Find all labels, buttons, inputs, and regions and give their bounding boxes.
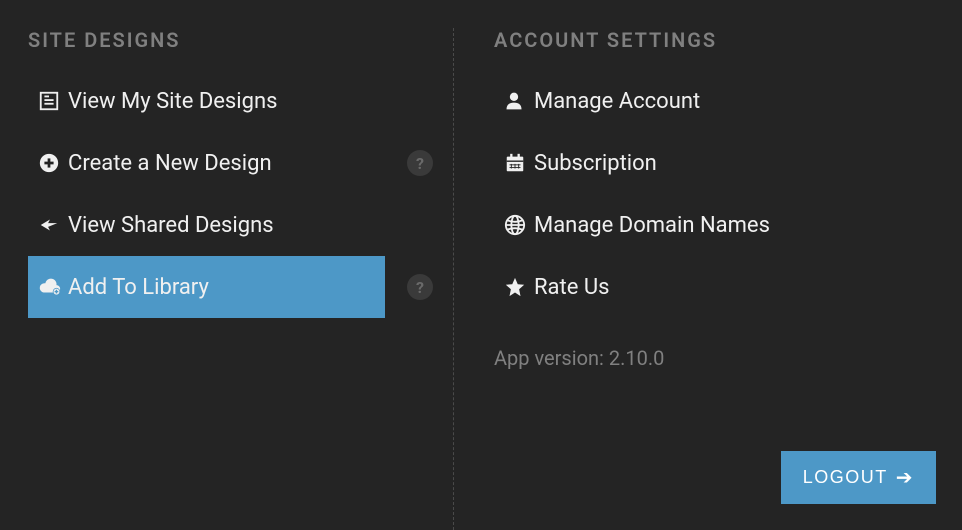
menu-item-subscription[interactable]: Subscription [494, 132, 922, 194]
menu-item-manage-account[interactable]: Manage Account [494, 70, 922, 132]
help-icon[interactable]: ? [407, 274, 433, 300]
person-icon [504, 90, 534, 112]
menu-item-label: Add To Library [68, 275, 209, 300]
menu-item-view-my-site-designs[interactable]: View My Site Designs [28, 70, 385, 132]
account-settings-title: Account Settings [454, 28, 962, 52]
app-version-text: App version: 2.10.0 [454, 346, 962, 370]
document-icon [38, 90, 68, 112]
arrow-right-icon: ➔ [896, 468, 914, 488]
globe-icon [504, 214, 534, 236]
logout-label: Logout [803, 467, 888, 488]
menu-item-label: View Shared Designs [68, 213, 274, 238]
menu-item-create-new-design[interactable]: Create a New Design ? [28, 132, 385, 194]
site-designs-panel: Site Designs View My Site Designs [0, 28, 454, 530]
menu-item-label: Manage Account [534, 89, 700, 114]
cloud-add-icon [38, 276, 68, 298]
menu-item-view-shared-designs[interactable]: View Shared Designs [28, 194, 385, 256]
menu-item-label: Manage Domain Names [534, 213, 770, 238]
menu-item-rate-us[interactable]: Rate Us [494, 256, 922, 318]
account-settings-panel: Account Settings Manage Account [454, 28, 962, 530]
account-settings-menu: Manage Account [454, 70, 962, 318]
menu-item-label: Rate Us [534, 275, 609, 300]
site-designs-title: Site Designs [0, 28, 453, 52]
menu-item-add-to-library[interactable]: Add To Library ? [28, 256, 385, 318]
menu-item-label: View My Site Designs [68, 89, 277, 114]
plus-circle-icon [38, 152, 68, 174]
help-icon[interactable]: ? [407, 150, 433, 176]
menu-item-manage-domain-names[interactable]: Manage Domain Names [494, 194, 922, 256]
star-icon [504, 276, 534, 298]
site-designs-menu: View My Site Designs Create a New Design… [0, 70, 453, 318]
menu-item-label: Subscription [534, 151, 657, 176]
share-icon [38, 214, 68, 236]
logout-button[interactable]: Logout ➔ [781, 451, 936, 504]
calendar-icon [504, 152, 534, 174]
app-root: Site Designs View My Site Designs [0, 0, 962, 530]
menu-item-label: Create a New Design [68, 151, 272, 176]
